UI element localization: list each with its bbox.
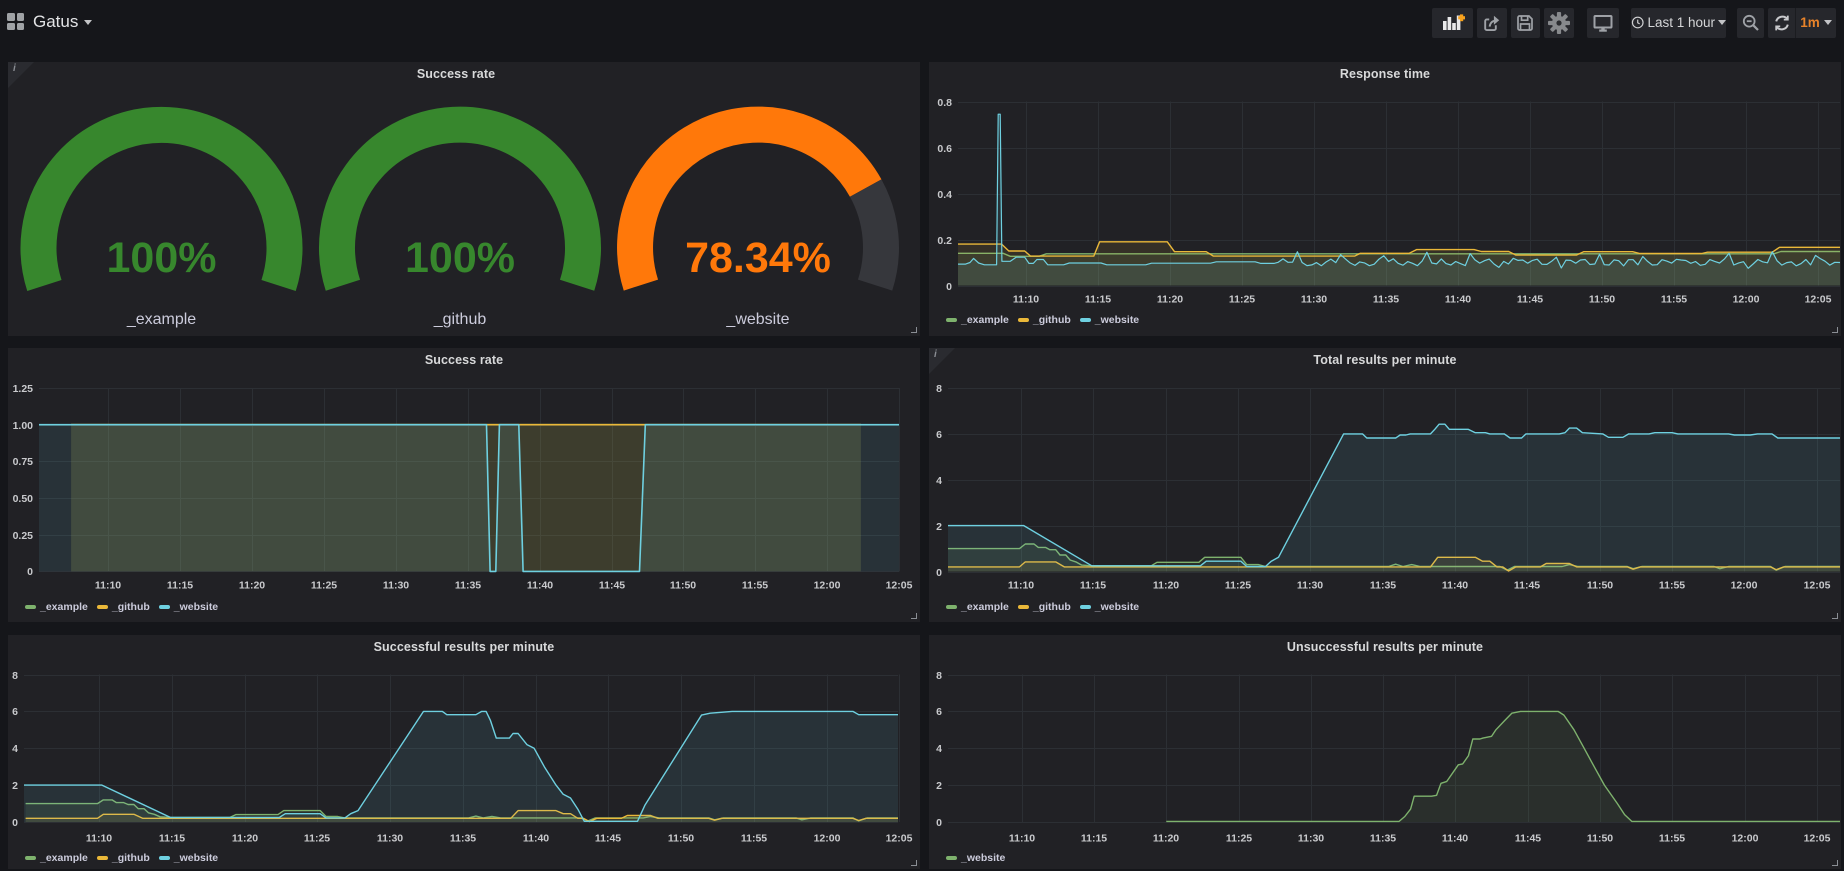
svg-text:11:10: 11:10 [1013,294,1039,306]
svg-text:11:20: 11:20 [232,833,258,845]
svg-text:0.2: 0.2 [937,235,952,247]
svg-text:11:40: 11:40 [527,579,553,591]
svg-text:4: 4 [12,743,18,755]
svg-text:0: 0 [946,281,952,293]
svg-text:6: 6 [12,706,18,718]
svg-text:11:30: 11:30 [377,833,403,845]
svg-text:11:30: 11:30 [1297,580,1323,592]
svg-text:12:00: 12:00 [1732,833,1759,845]
svg-text:12:00: 12:00 [1733,294,1760,306]
svg-text:11:40: 11:40 [523,833,549,845]
svg-text:11:50: 11:50 [668,833,694,845]
svg-text:11:40: 11:40 [1445,294,1471,306]
svg-text:11:45: 11:45 [1517,294,1543,306]
svg-text:100%: 100% [405,234,515,282]
svg-text:11:25: 11:25 [304,833,330,845]
svg-text:8: 8 [936,670,942,682]
svg-text:11:50: 11:50 [1589,294,1615,306]
svg-text:11:40: 11:40 [1442,580,1468,592]
svg-text:12:05: 12:05 [886,833,913,845]
svg-text:11:20: 11:20 [1157,294,1183,306]
svg-text:0.25: 0.25 [13,530,34,542]
svg-text:8: 8 [936,383,942,395]
svg-text:11:20: 11:20 [239,579,265,591]
svg-text:_website: _website [725,311,789,328]
svg-text:11:30: 11:30 [383,579,409,591]
svg-text:11:30: 11:30 [1298,833,1324,845]
svg-text:1.25: 1.25 [13,383,34,395]
svg-text:2: 2 [936,780,942,792]
svg-text:11:55: 11:55 [1659,580,1685,592]
svg-text:11:10: 11:10 [1008,580,1034,592]
svg-text:11:55: 11:55 [741,833,767,845]
svg-text:0: 0 [936,567,942,579]
svg-text:0.50: 0.50 [13,493,34,505]
svg-text:11:10: 11:10 [95,579,121,591]
svg-text:11:25: 11:25 [1225,580,1251,592]
svg-text:11:45: 11:45 [599,579,625,591]
svg-text:11:30: 11:30 [1301,294,1327,306]
svg-text:0.6: 0.6 [937,143,952,155]
svg-text:11:20: 11:20 [1153,580,1179,592]
svg-text:0: 0 [12,817,18,829]
svg-text:11:35: 11:35 [1373,294,1399,306]
svg-text:0.4: 0.4 [937,189,952,201]
svg-text:11:50: 11:50 [670,579,696,591]
svg-text:0.75: 0.75 [13,456,34,468]
svg-text:11:55: 11:55 [742,579,768,591]
svg-text:11:15: 11:15 [1081,833,1107,845]
svg-text:11:10: 11:10 [86,833,112,845]
svg-text:11:15: 11:15 [1085,294,1111,306]
svg-text:11:50: 11:50 [1587,833,1613,845]
svg-text:4: 4 [936,743,942,755]
svg-text:11:15: 11:15 [1080,580,1106,592]
svg-text:11:45: 11:45 [1514,580,1540,592]
svg-text:8: 8 [12,670,18,682]
svg-text:11:25: 11:25 [1226,833,1252,845]
svg-text:11:25: 11:25 [311,579,337,591]
svg-text:12:05: 12:05 [1805,294,1832,306]
svg-text:2: 2 [12,780,18,792]
svg-text:11:35: 11:35 [455,579,481,591]
svg-text:78.34%: 78.34% [685,234,831,282]
svg-text:11:15: 11:15 [167,579,193,591]
svg-text:11:45: 11:45 [1515,833,1541,845]
svg-text:6: 6 [936,429,942,441]
svg-text:11:45: 11:45 [595,833,621,845]
svg-text:12:05: 12:05 [886,579,913,591]
svg-text:12:00: 12:00 [814,833,841,845]
svg-text:11:25: 11:25 [1229,294,1255,306]
svg-text:0.8: 0.8 [937,97,952,109]
svg-text:11:15: 11:15 [159,833,185,845]
svg-text:11:35: 11:35 [1370,833,1396,845]
svg-text:11:55: 11:55 [1659,833,1685,845]
svg-text:11:50: 11:50 [1587,580,1613,592]
svg-text:6: 6 [936,706,942,718]
svg-text:12:00: 12:00 [814,579,841,591]
svg-text:11:35: 11:35 [1370,580,1396,592]
svg-text:2: 2 [936,521,942,533]
svg-text:11:55: 11:55 [1661,294,1687,306]
svg-text:100%: 100% [107,234,217,282]
svg-text:12:00: 12:00 [1731,580,1758,592]
svg-text:11:10: 11:10 [1009,833,1035,845]
svg-text:_example: _example [126,311,196,328]
svg-text:_github: _github [433,311,487,328]
svg-text:0: 0 [27,566,33,578]
svg-text:0: 0 [936,817,942,829]
svg-text:1.00: 1.00 [13,420,34,432]
svg-text:11:35: 11:35 [450,833,476,845]
svg-text:12:05: 12:05 [1804,833,1831,845]
svg-text:11:20: 11:20 [1153,833,1179,845]
svg-text:12:05: 12:05 [1804,580,1831,592]
svg-text:11:40: 11:40 [1442,833,1468,845]
svg-text:4: 4 [936,475,942,487]
